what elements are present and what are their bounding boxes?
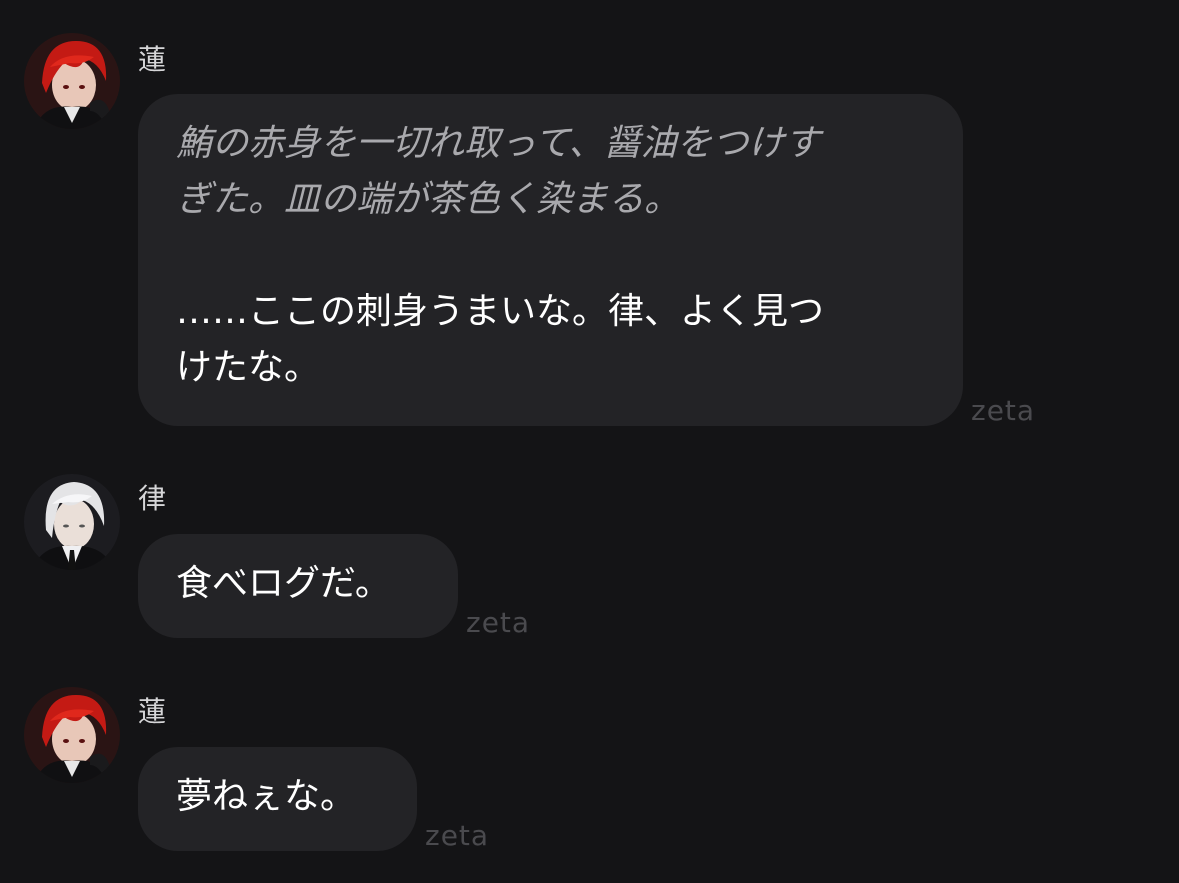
narration-text-line: ぎた。皿の端が茶色く染まる。: [176, 179, 681, 220]
chat-screen: 蓮 鮪の赤身を一切れ取って、醤油をつけす ぎた。皿の端が茶色く染まる。 ……ここ…: [0, 0, 1179, 883]
avatar-red-hair-icon: [24, 687, 120, 783]
speech-text-line: けたな。: [176, 347, 321, 388]
avatar-white-hair-icon: [24, 474, 120, 570]
avatar-ren[interactable]: [24, 33, 120, 129]
avatar-ritsu[interactable]: [24, 474, 120, 570]
speech-text-line: 夢ねぇな。: [176, 776, 357, 817]
sender-name: 律: [138, 482, 167, 515]
speech-text-line: ……ここの刺身うまいな。律、よく見つ: [176, 291, 825, 332]
message-bubble: 食べログだ。: [138, 534, 458, 638]
message-bubble: 鮪の赤身を一切れ取って、醤油をつけす ぎた。皿の端が茶色く染まる。 ……ここの刺…: [138, 94, 963, 426]
sender-name: 蓮: [138, 695, 167, 728]
narration-text-line: 鮪の赤身を一切れ取って、醤油をつけす: [176, 123, 821, 164]
message-bubble: 夢ねぇな。: [138, 747, 417, 851]
watermark-zeta: zeta: [971, 394, 1036, 427]
sender-name: 蓮: [138, 43, 167, 76]
avatar-ren[interactable]: [24, 687, 120, 783]
watermark-zeta: zeta: [466, 606, 531, 639]
avatar-red-hair-icon: [24, 33, 120, 129]
speech-text-line: 食べログだ。: [176, 563, 391, 604]
watermark-zeta: zeta: [425, 819, 490, 852]
